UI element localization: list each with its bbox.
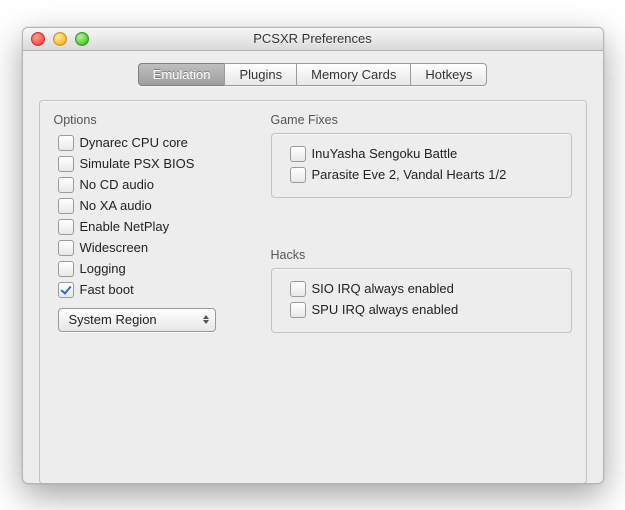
tab-emulation[interactable]: Emulation (138, 63, 226, 86)
checkbox-logging[interactable]: Logging (58, 261, 249, 277)
preferences-window: PCSXR Preferences Emulation Plugins Memo… (22, 27, 604, 484)
gamefixes-group: Game Fixes InuYasha Sengoku Battle Paras… (271, 107, 572, 198)
checkbox-no-cd-audio[interactable]: No CD audio (58, 177, 249, 193)
tab-plugins[interactable]: Plugins (224, 63, 297, 86)
checkbox-label: Simulate PSX BIOS (80, 156, 195, 171)
checkbox-label: SPU IRQ always enabled (312, 302, 459, 317)
checkbox-widescreen[interactable]: Widescreen (58, 240, 249, 256)
emulation-pane: Options Dynarec CPU core Simulate PSX BI… (39, 100, 587, 484)
titlebar: PCSXR Preferences (23, 28, 603, 51)
checkbox-label: Logging (80, 261, 126, 276)
checkbox-label: Enable NetPlay (80, 219, 170, 234)
checkbox-label: InuYasha Sengoku Battle (312, 146, 458, 161)
checkbox-label: No CD audio (80, 177, 154, 192)
checkbox-icon (58, 135, 74, 151)
checkbox-label: Fast boot (80, 282, 134, 297)
window-controls (23, 32, 89, 46)
tab-hotkeys[interactable]: Hotkeys (410, 63, 487, 86)
checkbox-icon (58, 219, 74, 235)
checkbox-icon (58, 156, 74, 172)
checkbox-label: SIO IRQ always enabled (312, 281, 454, 296)
tab-bar: Emulation Plugins Memory Cards Hotkeys (23, 63, 603, 86)
checkbox-icon (290, 167, 306, 183)
checkbox-icon (58, 198, 74, 214)
checkbox-icon (290, 281, 306, 297)
checkbox-label: Parasite Eve 2, Vandal Hearts 1/2 (312, 167, 507, 182)
gamefixes-title: Game Fixes (271, 113, 572, 127)
checkbox-sio-irq[interactable]: SIO IRQ always enabled (290, 281, 557, 297)
checkbox-icon (58, 261, 74, 277)
checkbox-label: No XA audio (80, 198, 152, 213)
checkbox-inuyasha[interactable]: InuYasha Sengoku Battle (290, 146, 557, 162)
tab-memory-cards[interactable]: Memory Cards (296, 63, 411, 86)
region-select[interactable]: System Region (58, 308, 216, 332)
options-group: Options Dynarec CPU core Simulate PSX BI… (54, 107, 249, 465)
checkbox-icon (58, 240, 74, 256)
region-select-value: System Region (69, 312, 157, 327)
checkbox-icon (58, 282, 74, 298)
options-title: Options (54, 113, 249, 127)
zoom-icon[interactable] (75, 32, 89, 46)
close-icon[interactable] (31, 32, 45, 46)
checkbox-spu-irq[interactable]: SPU IRQ always enabled (290, 302, 557, 318)
checkbox-icon (58, 177, 74, 193)
minimize-icon[interactable] (53, 32, 67, 46)
chevron-updown-icon (203, 315, 209, 324)
hacks-title: Hacks (271, 248, 572, 262)
checkbox-parasite-eve[interactable]: Parasite Eve 2, Vandal Hearts 1/2 (290, 167, 557, 183)
tab-segment: Emulation Plugins Memory Cards Hotkeys (138, 63, 488, 86)
checkbox-dynarec[interactable]: Dynarec CPU core (58, 135, 249, 151)
checkbox-label: Dynarec CPU core (80, 135, 188, 150)
checkbox-icon (290, 146, 306, 162)
checkbox-simulate-bios[interactable]: Simulate PSX BIOS (58, 156, 249, 172)
hacks-group: Hacks SIO IRQ always enabled SPU IRQ alw… (271, 242, 572, 333)
checkbox-no-xa-audio[interactable]: No XA audio (58, 198, 249, 214)
window-title: PCSXR Preferences (23, 31, 603, 46)
checkbox-label: Widescreen (80, 240, 149, 255)
checkbox-fast-boot[interactable]: Fast boot (58, 282, 249, 298)
checkbox-icon (290, 302, 306, 318)
checkbox-enable-netplay[interactable]: Enable NetPlay (58, 219, 249, 235)
